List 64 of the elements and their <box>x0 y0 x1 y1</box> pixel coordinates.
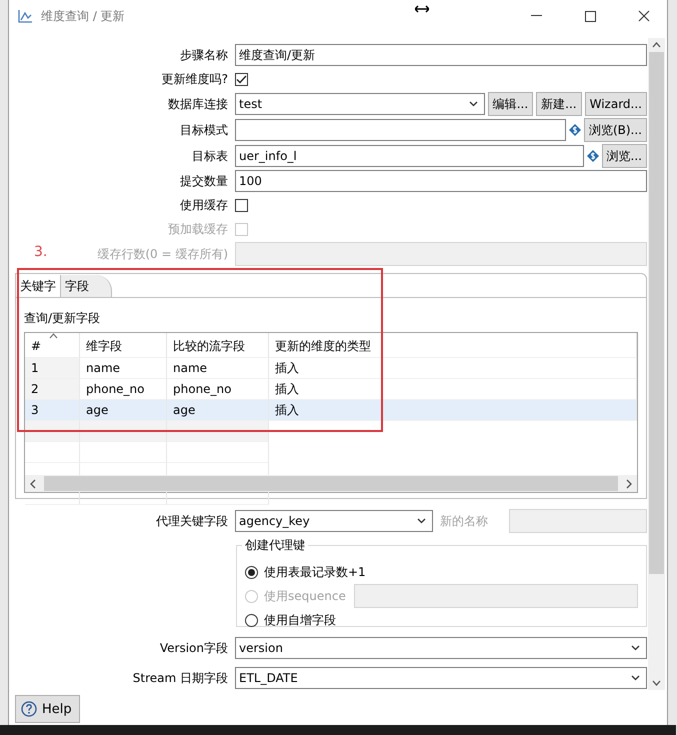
column-header[interactable]: 比较的流字段 <box>167 333 269 358</box>
field-label: 步骤名称 <box>180 46 228 64</box>
radio-button[interactable] <box>245 614 258 626</box>
radio-label: 使用自增字段 <box>264 612 336 628</box>
field-label: 使用缓存 <box>180 196 228 214</box>
input-field[interactable]: uer_info_l <box>235 145 584 167</box>
help-icon <box>21 701 37 717</box>
radio-label: 使用sequence <box>264 588 346 604</box>
caret-icon <box>468 101 478 107</box>
field-label: 代理关键字段 <box>156 512 228 530</box>
field-label: 数据库连接 <box>168 96 228 112</box>
app-icon <box>17 9 33 23</box>
browse-button[interactable]: 浏览... <box>602 144 647 168</box>
dropdown[interactable]: version <box>235 637 647 659</box>
annotation-number: 3. <box>34 244 48 260</box>
window-title: 维度查询 / 更新 <box>41 8 126 24</box>
maximize-icon[interactable] <box>584 10 596 22</box>
checkbox[interactable] <box>235 72 248 86</box>
minimize-icon[interactable] <box>530 15 542 17</box>
edit-button[interactable]: 编辑... <box>488 92 534 116</box>
table-cell: age <box>80 400 167 421</box>
dropdown[interactable]: agency_key <box>235 510 433 532</box>
caret-icon <box>631 675 640 681</box>
sort-icon <box>49 333 58 339</box>
dropdown[interactable]: test <box>235 93 485 115</box>
field-label: 更新维度吗? <box>162 70 228 88</box>
tab[interactable]: 字段 <box>61 275 112 297</box>
new-button[interactable]: 新建... <box>536 92 582 116</box>
row-number: 1 <box>25 358 80 379</box>
field-label: Version字段 <box>160 640 228 656</box>
checkbox[interactable] <box>235 198 248 212</box>
input-field[interactable] <box>235 119 566 141</box>
table-cell: 插入 <box>269 358 637 379</box>
wizard-button[interactable]: Wizard... <box>584 92 647 116</box>
field-label: 提交数量 <box>180 172 228 190</box>
help-button[interactable]: Help <box>15 695 80 723</box>
field-label: 缓存行数(0 = 缓存所有) <box>97 246 228 262</box>
row-number: 2 <box>25 379 80 400</box>
table-cell: name <box>80 358 167 379</box>
table-cell: name <box>167 358 269 379</box>
input-field[interactable]: 维度查询/更新 <box>235 44 647 66</box>
dropdown[interactable]: ETL_DATE <box>235 667 647 689</box>
column-header[interactable]: 更新的维度的类型 <box>269 333 637 358</box>
scrollbar-thumb[interactable] <box>649 52 664 574</box>
row-number: 3 <box>25 400 80 421</box>
field-label: 目标表 <box>192 148 228 164</box>
close-icon[interactable] <box>638 10 650 22</box>
browse-button[interactable]: 浏览(B)... <box>584 118 647 142</box>
resize-cursor-icon <box>415 5 429 13</box>
caret-icon <box>417 518 426 524</box>
scrollbar-thumb[interactable] <box>44 476 618 491</box>
input-field[interactable]: 100 <box>235 170 647 192</box>
table-cell: 插入 <box>269 400 637 421</box>
caret-icon <box>631 645 640 651</box>
field-label: 目标模式 <box>180 122 228 138</box>
radio-button[interactable] <box>245 566 258 578</box>
radio-label: 使用表最记录数+1 <box>264 564 366 580</box>
section-label: 查询/更新字段 <box>24 310 102 327</box>
field-label: 新的名称 <box>440 512 489 530</box>
column-header[interactable]: 维字段 <box>80 333 167 358</box>
field-label: Stream 日期字段 <box>132 670 228 686</box>
group-title: 创建代理键 <box>242 537 308 554</box>
table-cell: age <box>167 400 269 421</box>
field-label: 预加载缓存 <box>168 220 228 238</box>
